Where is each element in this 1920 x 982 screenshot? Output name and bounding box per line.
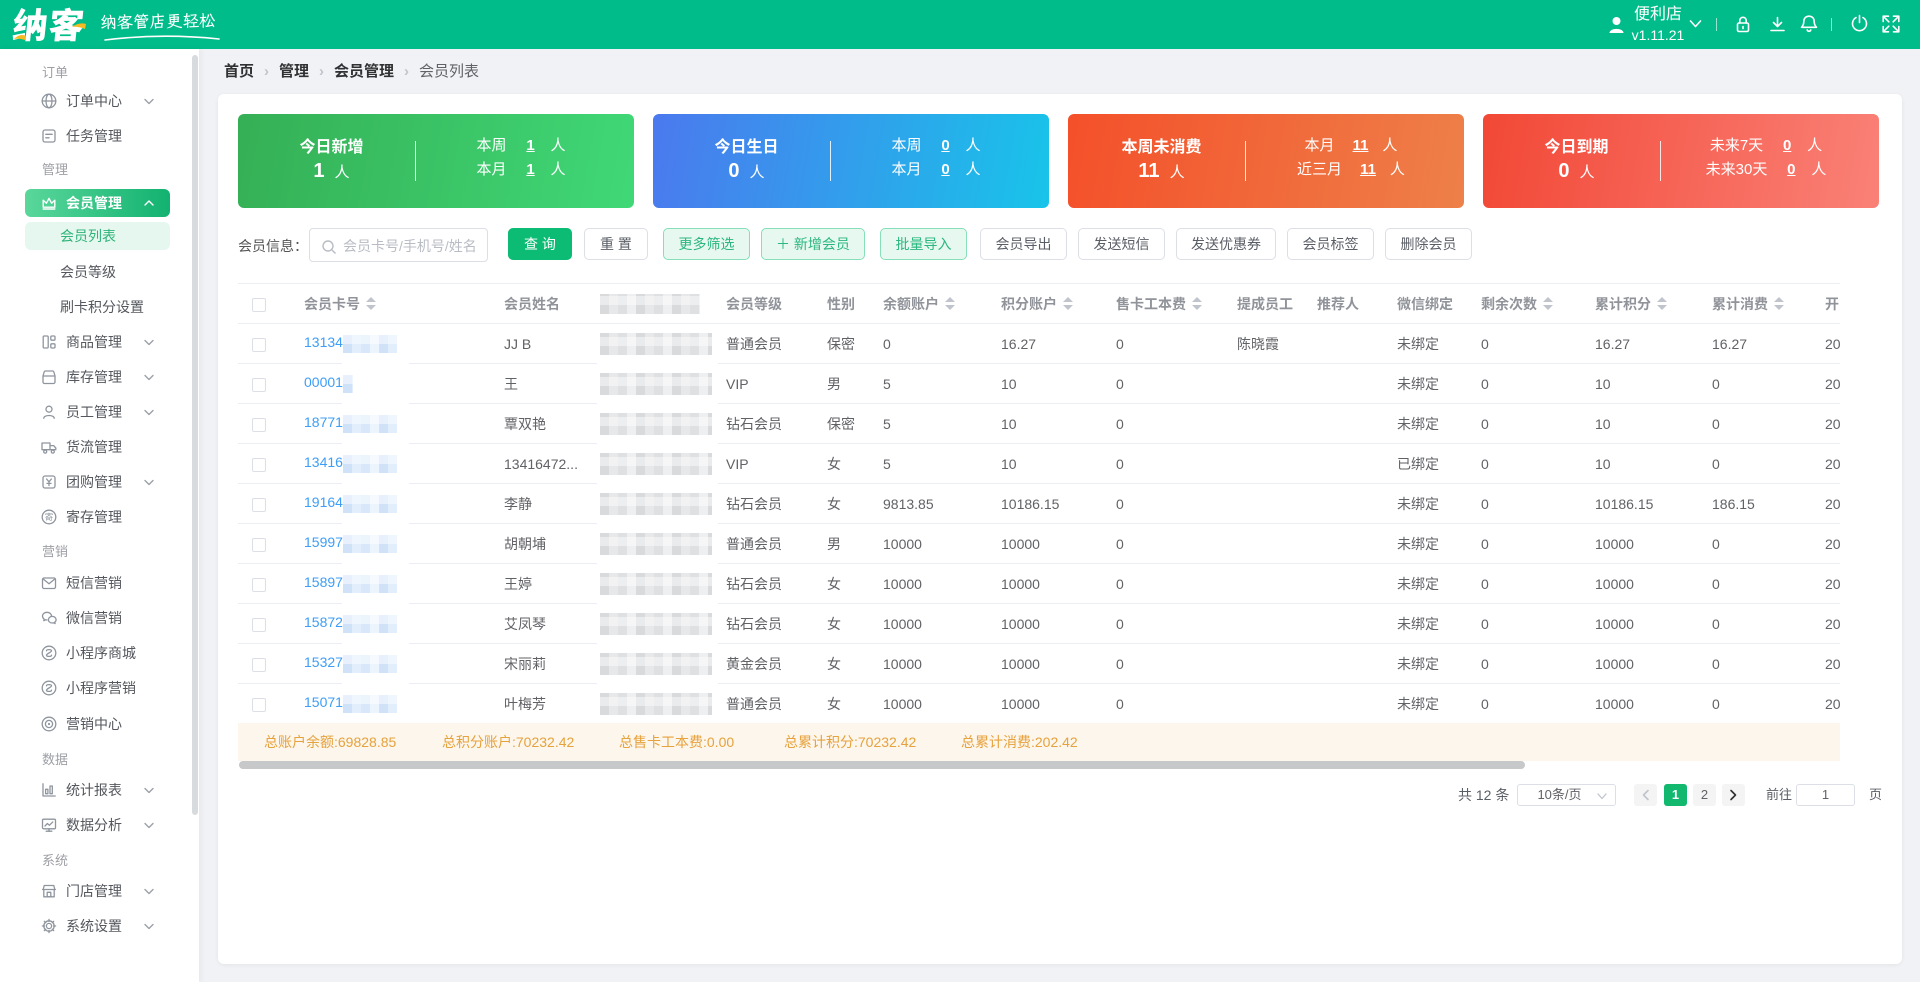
- svg-text:寄: 寄: [45, 511, 54, 523]
